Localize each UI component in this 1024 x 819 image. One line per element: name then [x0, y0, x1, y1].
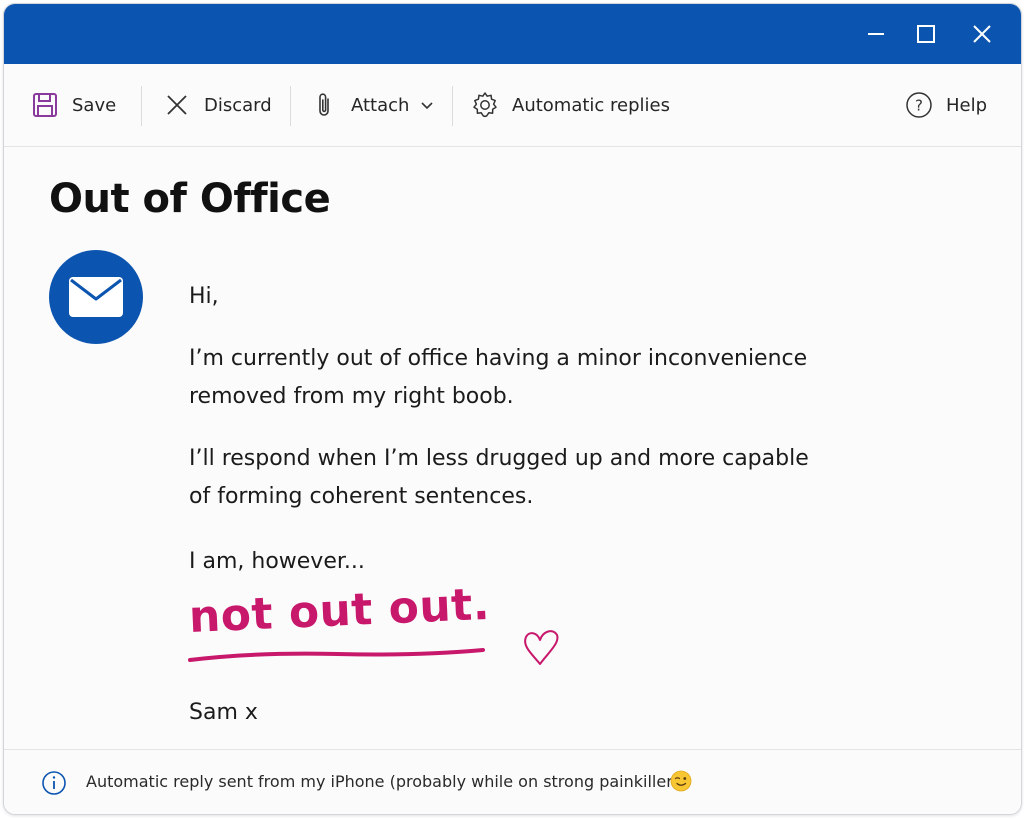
winking-face-icon — [670, 770, 692, 792]
avatar — [49, 250, 143, 344]
signature: Sam x — [189, 700, 258, 725]
paragraph-2-line-2: of forming coherent sentences. — [189, 484, 534, 509]
discard-label: Discard — [204, 94, 272, 116]
gear-icon — [470, 90, 500, 120]
help-icon: ? — [904, 90, 934, 120]
toolbar-divider — [141, 86, 142, 126]
envelope-icon — [69, 277, 123, 317]
attach-label: Attach — [351, 94, 410, 116]
toolbar-divider — [290, 86, 291, 126]
paragraph-3: I am, however... — [189, 549, 365, 574]
svg-text:?: ? — [915, 97, 923, 115]
attach-button[interactable]: Attach — [309, 64, 435, 146]
paragraph-2: I’ll respond when I’m less drugged up an… — [189, 440, 949, 516]
paragraph-2-line-1: I’ll respond when I’m less drugged up an… — [189, 446, 809, 471]
handwritten-underline — [188, 648, 485, 662]
toolbar: Save Discard Attach Automatic replies ? … — [4, 64, 1021, 147]
paragraph-1: I’m currently out of office having a min… — [189, 340, 949, 416]
handwritten-text: not out out. — [187, 578, 491, 643]
chevron-down-icon[interactable] — [419, 97, 435, 113]
page-title: Out of Office — [49, 176, 331, 222]
discard-x-icon — [162, 90, 192, 120]
save-button[interactable]: Save — [30, 64, 116, 146]
help-button[interactable]: ? Help — [904, 64, 987, 146]
automatic-replies-button[interactable]: Automatic replies — [470, 64, 670, 146]
close-button[interactable] — [968, 20, 996, 48]
email-window: Save Discard Attach Automatic replies ? … — [3, 3, 1022, 815]
info-icon — [42, 771, 66, 795]
maximize-button[interactable] — [912, 20, 940, 48]
help-label: Help — [946, 94, 988, 116]
minimize-icon — [868, 33, 884, 35]
save-icon — [30, 90, 60, 120]
paragraph-1-line-1: I’m currently out of office having a min… — [189, 346, 808, 371]
minimize-button[interactable] — [862, 20, 890, 48]
heart-icon — [524, 630, 559, 665]
footer: Automatic reply sent from my iPhone (pro… — [4, 749, 1021, 814]
maximize-icon — [917, 25, 935, 43]
paperclip-icon — [309, 90, 339, 120]
close-icon — [973, 25, 991, 43]
footer-note: Automatic reply sent from my iPhone (pro… — [86, 772, 688, 791]
automatic-replies-label: Automatic replies — [512, 94, 670, 116]
title-bar — [4, 4, 1021, 64]
greeting-text: Hi, — [189, 284, 219, 309]
discard-button[interactable]: Discard — [162, 64, 272, 146]
toolbar-divider — [452, 86, 453, 126]
paragraph-1-line-2: removed from my right boob. — [189, 384, 514, 409]
save-label: Save — [72, 94, 117, 116]
